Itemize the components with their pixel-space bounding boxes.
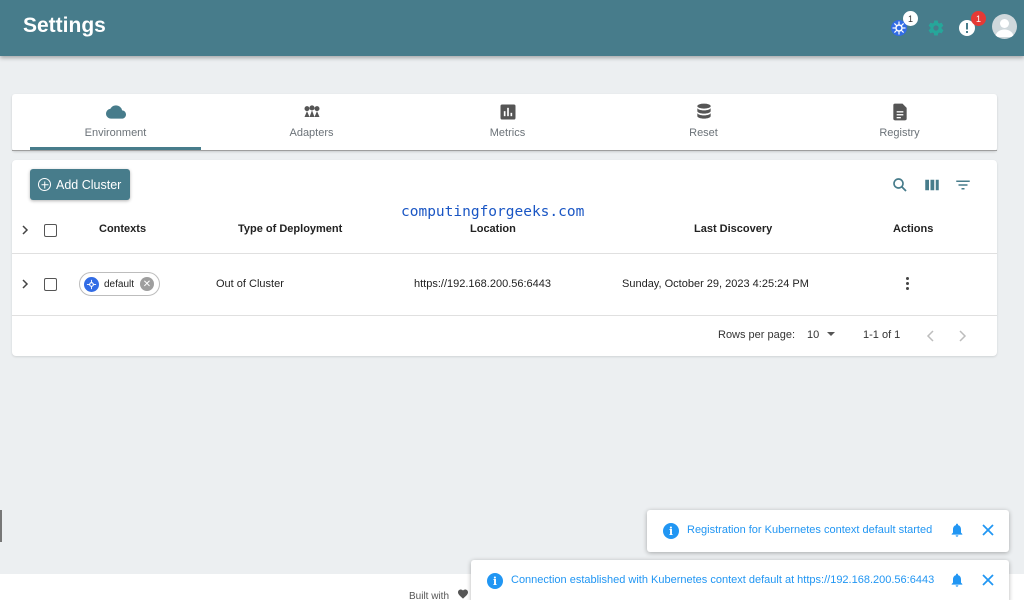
tab-label: Environment [84,127,147,139]
tab-environment[interactable]: Environment [30,94,201,150]
toast-message: Registration for Kubernetes context defa… [687,524,933,536]
rows-per-page-select[interactable]: 10 [807,329,836,341]
filter-icon[interactable] [954,176,972,194]
notification-count-badge: 1 [971,11,986,26]
tab-label: Registry [879,127,920,139]
expand-row-chevron-icon[interactable] [20,279,30,289]
kubernetes-count-badge: 1 [903,11,918,26]
select-all-checkbox[interactable] [44,224,57,237]
tab-label: Reset [689,127,718,139]
column-header-contexts[interactable]: Contexts [99,223,146,235]
built-with-text: Built with [409,591,450,600]
tab-label: Adapters [289,127,334,139]
location: https://192.168.200.56:6443 [414,278,552,290]
deployment-type: Out of Cluster [216,278,284,290]
add-cluster-label: Add Cluster [56,177,122,192]
last-discovery: Sunday, October 29, 2023 4:25:24 PM [622,278,809,290]
columns-icon[interactable] [923,176,941,194]
toast-notification: i Connection established with Kubernetes… [471,560,1009,600]
user-icon [995,19,1014,37]
add-circle-icon [38,178,51,191]
add-cluster-button[interactable]: Add Cluster [30,169,130,200]
side-drawer-handle[interactable] [0,510,2,542]
column-header-last-discovery[interactable]: Last Discovery [694,223,772,235]
tab-registry[interactable]: Registry [814,94,985,150]
dropdown-arrow-icon [827,332,836,336]
tab-metrics[interactable]: Metrics [422,94,593,150]
info-icon: i [663,523,679,539]
settings-button[interactable] [924,16,948,40]
adapters-icon [304,105,319,117]
context-name: default [104,278,135,290]
clusters-table: Add Cluster computingforgeeks.com Contex… [12,160,997,356]
column-header-actions: Actions [893,223,934,235]
tab-reset[interactable]: Reset [618,94,789,150]
database-icon [696,103,711,119]
next-page-icon[interactable] [956,329,968,343]
kubernetes-contexts-button[interactable]: 1 [887,11,918,40]
cloud-icon [105,105,126,119]
row-checkbox[interactable] [44,278,57,291]
pagination-range: 1-1 of 1 [863,329,901,341]
user-avatar[interactable] [992,14,1017,39]
more-actions-icon[interactable] [906,277,910,291]
settings-tabs: Environment Adapters Metrics Reset Regis… [12,94,997,151]
header-divider [12,253,997,254]
previous-page-icon[interactable] [925,329,937,343]
close-icon[interactable] [980,572,996,588]
rows-per-page-label: Rows per page: [718,329,796,341]
tabs-divider [12,150,997,151]
close-icon[interactable] [980,522,996,538]
heart-icon [458,589,468,599]
expand-all-chevron-icon[interactable] [20,225,30,235]
page-title: Settings [23,14,106,37]
row-divider [12,315,997,316]
remove-context-icon[interactable]: ✕ [140,277,154,291]
tab-label: Metrics [489,127,526,139]
kubernetes-icon [84,276,99,292]
search-icon[interactable] [891,176,909,194]
gear-icon [928,20,944,36]
bar-chart-icon [500,104,515,120]
info-icon: i [487,573,503,589]
toast-notification: i Registration for Kubernetes context de… [647,510,1009,552]
tab-adapters[interactable]: Adapters [226,94,397,150]
watermark-text: computingforgeeks.com [401,204,585,220]
notifications-button[interactable]: 1 [955,11,986,40]
toast-message: Connection established with Kubernetes c… [511,574,935,586]
column-header-location[interactable]: Location [470,223,516,235]
bell-icon[interactable] [949,572,965,588]
bell-icon[interactable] [949,522,965,538]
context-chip[interactable]: default ✕ [79,272,160,296]
rows-per-page-value: 10 [807,329,820,341]
app-header: Settings 1 1 [0,0,1024,56]
document-icon [892,103,907,121]
column-header-type[interactable]: Type of Deployment [238,223,342,235]
